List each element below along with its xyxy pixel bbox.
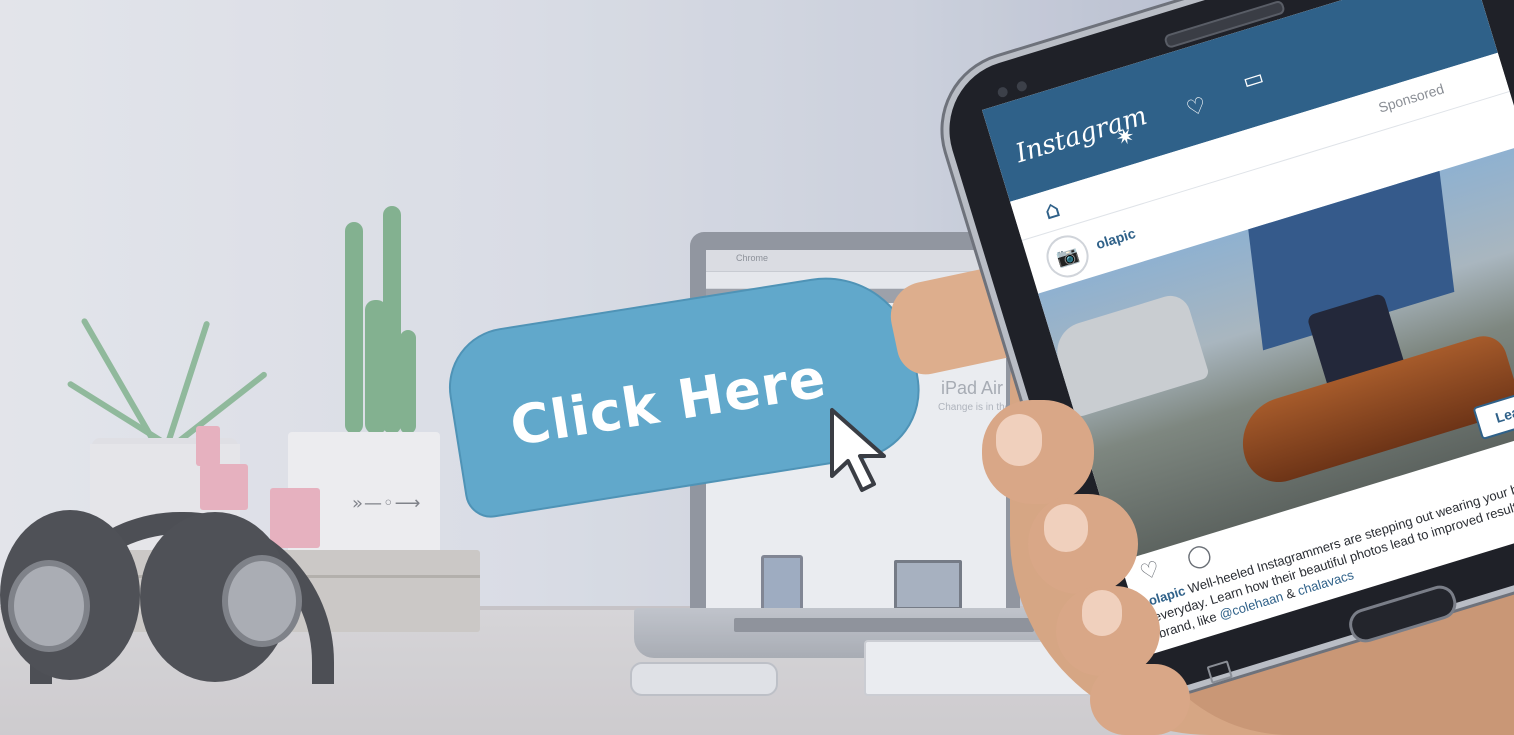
comment-icon[interactable]: ◯: [1184, 541, 1215, 572]
activity-icon[interactable]: ♡: [1183, 93, 1209, 123]
post-username[interactable]: olapic: [1094, 225, 1137, 252]
sponsored-label: Sponsored: [1376, 80, 1446, 116]
caption-separator: &: [1284, 585, 1297, 602]
photo-car: [1049, 290, 1211, 418]
inbox-icon[interactable]: ▭: [1240, 65, 1267, 95]
home-icon[interactable]: ⌂: [1041, 194, 1064, 225]
heart-icon[interactable]: ♡: [1137, 557, 1163, 587]
fingernail: [996, 414, 1042, 466]
hero-banner: »—◦⟶ Chrome iPad Air 2 Change is in the …: [0, 0, 1514, 735]
pointer-arrow-icon: [830, 408, 886, 492]
click-here-label: Click Here: [505, 345, 831, 458]
fingernail: [1044, 504, 1088, 552]
finger: [1028, 494, 1138, 594]
fingernail: [1082, 590, 1122, 636]
finger: [1090, 664, 1190, 735]
camera-icon[interactable]: 📷: [1041, 230, 1094, 283]
